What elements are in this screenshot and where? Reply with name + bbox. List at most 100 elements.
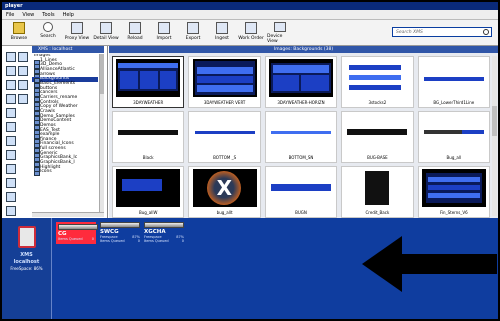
tool-layers-icon[interactable]	[6, 80, 16, 90]
image-thumbnail[interactable]: 3DAYWEATHER	[112, 56, 185, 108]
tool-table-icon[interactable]	[6, 122, 16, 132]
thumbnail-caption: BUG-BASE	[367, 155, 388, 160]
browse-button[interactable]: Browse	[6, 20, 32, 44]
tree-item[interactable]: Icons	[32, 170, 98, 176]
tool-move-icon[interactable]	[18, 52, 28, 62]
server-queued-value: 0	[91, 237, 94, 241]
device-view-icon	[274, 22, 286, 32]
image-thumbnail[interactable]: 3DAYWEATHER-HORIZN	[264, 56, 338, 108]
server-swcg[interactable]: SWCG Freespace 87% Items Queued 0	[100, 222, 140, 244]
thumbnail-preview	[421, 169, 486, 207]
thumbnail-preview	[116, 59, 181, 97]
server-list: CG Items Queued 0 SWCG Freespace 87% Items…	[56, 222, 184, 244]
tree-scroll-thumb[interactable]	[100, 54, 104, 94]
tool-brush-icon[interactable]	[6, 192, 16, 202]
browser-scroll-thumb[interactable]	[492, 106, 497, 136]
tool-grid-icon[interactable]	[6, 66, 16, 76]
tree-vertical-scrollbar[interactable]	[99, 54, 104, 212]
thumbnail-caption: 3DAYWEATHER VERT	[203, 100, 246, 105]
thumbnail-caption: BOTTOM _S	[213, 155, 237, 160]
ingest-button[interactable]: Ingest	[209, 20, 235, 44]
tool-select-icon[interactable]	[6, 52, 16, 62]
image-thumbnail[interactable]: BOTTOM _S	[188, 111, 261, 163]
image-thumbnail[interactable]: Xbug_allt	[188, 166, 261, 218]
thumbnail-preview: X	[192, 169, 257, 207]
image-thumbnail[interactable]: BG_LowerThird1Line	[417, 56, 490, 108]
tool-clock-icon[interactable]	[6, 178, 16, 188]
menu-item-view[interactable]: View	[22, 12, 34, 18]
thumbnail-caption: BUGN	[295, 210, 307, 215]
toolbar-button-label: Ingest	[215, 36, 229, 41]
reload-button[interactable]: Reload	[122, 20, 148, 44]
tool-row	[6, 206, 28, 216]
work-order-icon	[245, 22, 257, 34]
image-thumbnail[interactable]: Black	[112, 111, 185, 163]
tool-cg-icon[interactable]	[6, 206, 16, 216]
server-plate-icon	[100, 222, 140, 228]
tool-row	[6, 108, 28, 118]
toolbar: Browse Search Proxy View Detail View Reload I…	[2, 20, 498, 46]
tool-shape-icon[interactable]	[18, 94, 28, 104]
server-cg[interactable]: CG Items Queued 0	[56, 222, 98, 244]
image-thumbnail[interactable]: BOTTOM_SN	[264, 111, 338, 163]
tree-horizontal-scrollbar[interactable]	[32, 212, 104, 217]
server-icon[interactable]	[17, 226, 36, 248]
search-button[interactable]: Search	[35, 20, 61, 44]
search-icon	[43, 22, 53, 32]
image-thumbnail[interactable]: Fin_Sterns_V6	[417, 166, 490, 218]
menu-item-file[interactable]: File	[6, 12, 14, 18]
image-browser: Images: Backgrounds (38) 3DAYWEATHER 3DAY…	[109, 46, 498, 218]
server-queued-row: Items Queued 0	[144, 239, 184, 243]
tool-column	[4, 52, 30, 216]
browser-scrollbar[interactable]	[492, 56, 497, 216]
arrow-left-icon	[362, 236, 497, 292]
work-order-button[interactable]: Work Order	[238, 20, 264, 44]
tool-row	[6, 136, 28, 146]
left-panel: XMS : localhost Images 1_Lines 3D_Demo Alli…	[2, 46, 108, 218]
tool-row	[6, 192, 28, 202]
tool-video-icon[interactable]	[6, 136, 16, 146]
host-label: XMS	[20, 252, 33, 258]
thumbnail-preview	[192, 59, 257, 97]
image-thumbnail[interactable]: Credit_Back	[341, 166, 414, 218]
menu-item-help[interactable]: Help	[63, 12, 74, 18]
image-thumbnail[interactable]: 3DAYWEATHER VERT	[188, 56, 261, 108]
search-input[interactable]: Search XMS	[392, 27, 492, 37]
image-thumbnail[interactable]: BUGN	[264, 166, 338, 218]
reload-icon	[129, 22, 141, 34]
detail-view-button[interactable]: Detail View	[93, 20, 119, 44]
thumbnail-preview	[421, 114, 486, 152]
toolbar-button-label: Browse	[10, 36, 28, 41]
tool-image-icon[interactable]	[18, 66, 28, 76]
search-icon[interactable]	[483, 29, 489, 35]
tool-row	[6, 80, 28, 90]
tool-row	[6, 94, 28, 104]
server-queued-row: Items Queued 0	[100, 239, 140, 243]
device-view-button[interactable]: Device View	[267, 20, 293, 44]
image-thumbnail[interactable]: Bug_allW	[112, 166, 185, 218]
thumbnail-preview	[345, 169, 410, 207]
tool-crawl-icon[interactable]	[6, 164, 16, 174]
proxy-view-button[interactable]: Proxy View	[64, 20, 90, 44]
tool-text-icon[interactable]	[6, 94, 16, 104]
menu-item-tools[interactable]: Tools	[42, 12, 54, 18]
image-thumbnail[interactable]: 3stocks2	[341, 56, 414, 108]
tool-chart-icon[interactable]	[6, 108, 16, 118]
tool-color-icon[interactable]	[18, 80, 28, 90]
tool-row	[6, 52, 28, 62]
menu-bar: File View Tools Help	[2, 10, 498, 20]
server-xgcha[interactable]: XGCHA Freespace 87% Items Queued 0	[144, 222, 184, 244]
toolbar-button-label: Import	[156, 36, 172, 41]
server-plate-icon	[144, 222, 184, 228]
thumbnail-preview	[268, 114, 333, 152]
tool-audio-icon[interactable]	[6, 150, 16, 160]
image-thumbnail[interactable]: BUG-BASE	[341, 111, 414, 163]
server-queued-value: 0	[181, 239, 184, 243]
thumbnail-preview	[268, 59, 333, 97]
image-thumbnail[interactable]: Bug_all	[417, 111, 490, 163]
export-button[interactable]: Export	[180, 20, 206, 44]
tool-row	[6, 150, 28, 160]
import-button[interactable]: Import	[151, 20, 177, 44]
export-icon	[187, 22, 199, 34]
host-name: localhost	[13, 259, 40, 265]
